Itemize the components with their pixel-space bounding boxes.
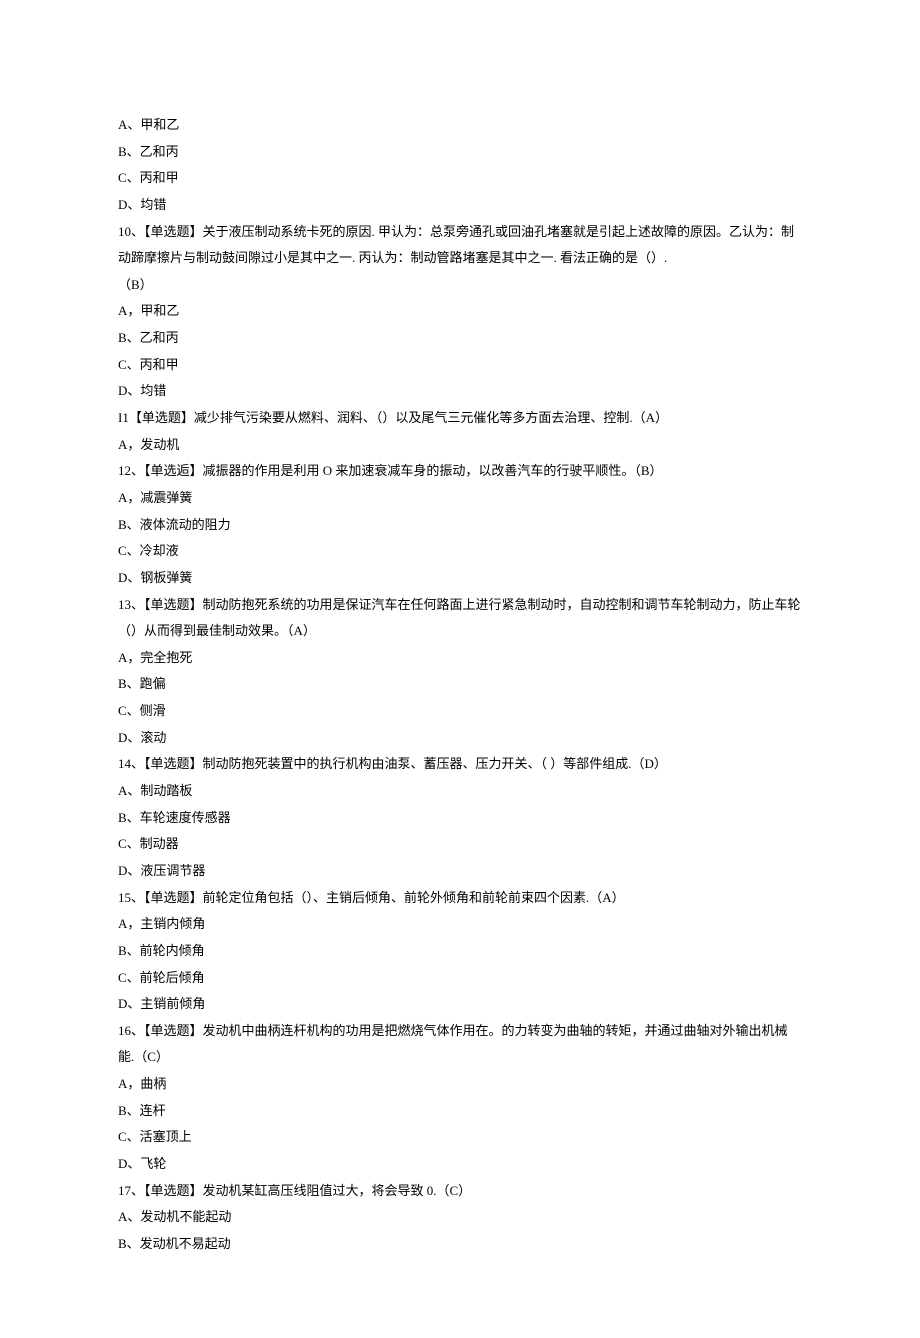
text-line: B、前轮内倾角 [118, 938, 802, 965]
text-line: C、侧滑 [118, 698, 802, 725]
text-line: B、发动机不易起动 [118, 1231, 802, 1258]
text-line: D、钢板弹簧 [118, 565, 802, 592]
text-line: B、跑偏 [118, 671, 802, 698]
text-line: 15、【单选题】前轮定位角包括（）、主销后倾角、前轮外倾角和前轮前束四个因素.（… [118, 885, 802, 912]
text-line: 16、【单选题】发动机中曲柄连杆机构的功用是把燃烧气体作用在。的力转变为曲轴的转… [118, 1018, 802, 1071]
text-line: D、均错 [118, 378, 802, 405]
text-line: A，甲和乙 [118, 298, 802, 325]
text-line: 17、【单选题】发动机某缸高压线阻值过大，将会导致 0.（C） [118, 1178, 802, 1205]
text-line: B、连杆 [118, 1098, 802, 1125]
text-line: A，减震弹簧 [118, 485, 802, 512]
text-line: A、制动踏板 [118, 778, 802, 805]
text-line: B、乙和丙 [118, 325, 802, 352]
text-line: C、冷却液 [118, 538, 802, 565]
text-line: A，发动机 [118, 432, 802, 459]
text-line: I1【单选题】减少排气污染要从燃料、润料、（）以及尾气三元催化等多方面去治理、控… [118, 405, 802, 432]
text-line: （B） [118, 272, 802, 299]
text-line: D、主销前倾角 [118, 991, 802, 1018]
text-line: B、乙和丙 [118, 139, 802, 166]
text-line: A、甲和乙 [118, 112, 802, 139]
document-page: A、甲和乙 B、乙和丙 C、丙和甲 D、均错 10、【单选题】关于液压制动系统卡… [0, 0, 920, 1338]
text-line: A，完全抱死 [118, 645, 802, 672]
text-line: D、滚动 [118, 725, 802, 752]
text-line: C、丙和甲 [118, 352, 802, 379]
text-line: D、液压调节器 [118, 858, 802, 885]
text-line: 14、【单选题】制动防抱死装置中的执行机构由油泵、蓄压器、压力开关、（ ）等部件… [118, 751, 802, 778]
text-line: B、液体流动的阻力 [118, 512, 802, 539]
text-line: A，主销内倾角 [118, 911, 802, 938]
text-line: C、前轮后倾角 [118, 965, 802, 992]
text-line: C、制动器 [118, 831, 802, 858]
text-line: A，曲柄 [118, 1071, 802, 1098]
text-line: 12、【单选逅】减振器的作用是利用 O 来加速衰减车身的振动，以改善汽车的行驶平… [118, 458, 802, 485]
text-line: 13、【单选题】制动防抱死系统的功用是保证汽车在任何路面上进行紧急制动时，自动控… [118, 592, 802, 645]
text-line: D、飞轮 [118, 1151, 802, 1178]
text-line: A、发动机不能起动 [118, 1204, 802, 1231]
text-line: C、丙和甲 [118, 165, 802, 192]
text-line: B、车轮速度传感器 [118, 805, 802, 832]
text-line: 10、【单选题】关于液压制动系统卡死的原因. 甲认为：总泵旁通孔或回油孔堵塞就是… [118, 219, 802, 272]
text-line: C、活塞顶上 [118, 1124, 802, 1151]
text-line: D、均错 [118, 192, 802, 219]
